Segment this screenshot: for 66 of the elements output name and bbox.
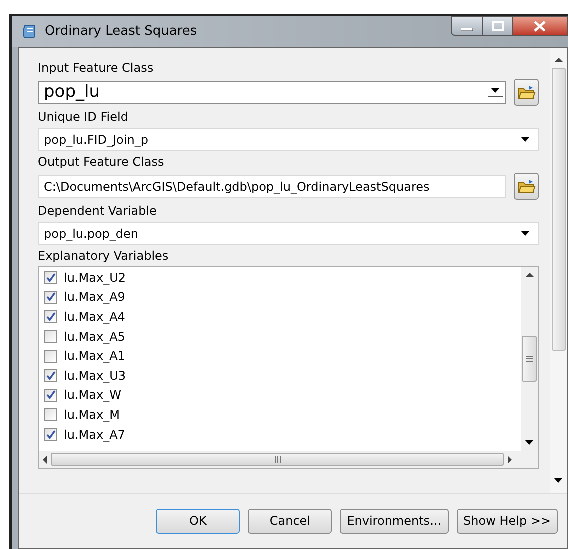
checkbox[interactable]	[44, 290, 57, 304]
scroll-icon	[22, 24, 38, 40]
close-button[interactable]	[513, 16, 568, 36]
dialog-button[interactable]: OK	[156, 508, 240, 534]
checkbox[interactable]	[44, 408, 57, 422]
caret-icon	[521, 231, 530, 236]
up-arrow-icon	[526, 273, 534, 277]
variable-label: lu.Max_M	[64, 406, 120, 424]
scroll-thumb[interactable]	[51, 453, 504, 466]
caret-icon	[525, 440, 534, 445]
caret-icon	[491, 88, 500, 93]
dropdown-field[interactable]: pop_lu.pop_den	[38, 222, 539, 245]
variable-label: lu.Max_A9	[64, 289, 126, 306]
check-icon	[46, 292, 56, 302]
folder-icon	[518, 84, 536, 100]
checkbox[interactable]	[44, 350, 57, 363]
field-label: Dependent Variable	[38, 203, 158, 220]
check-icon	[46, 370, 56, 381]
checkbox[interactable]	[44, 428, 57, 442]
maximize-button[interactable]	[483, 16, 513, 36]
variable-label: lu.Max_A1	[64, 348, 126, 366]
field-label: Input Feature Class	[38, 60, 155, 77]
checkbox[interactable]	[44, 310, 57, 324]
check-icon	[46, 390, 56, 400]
check-icon	[46, 430, 56, 440]
check-icon	[46, 272, 56, 283]
caret-icon	[521, 137, 530, 142]
caret-icon	[554, 478, 563, 483]
vertical-scrollbar[interactable]	[550, 48, 567, 493]
minimize-button[interactable]	[451, 16, 483, 36]
scroll-thumb[interactable]	[522, 336, 537, 382]
horizontal-scrollbar[interactable]	[39, 451, 538, 468]
browse-button[interactable]	[514, 79, 539, 106]
vertical-scrollbar[interactable]	[521, 267, 538, 451]
grip-icon	[526, 356, 533, 362]
scroll-thumb[interactable]	[552, 68, 566, 351]
minimize-icon	[461, 28, 473, 31]
checkbox[interactable]	[44, 369, 57, 382]
grip-icon	[274, 456, 280, 463]
dialog-button[interactable]: Cancel	[248, 508, 332, 534]
field-label: Output Feature Class	[38, 154, 166, 171]
window-title: Ordinary Least Squares	[45, 22, 198, 41]
maximize-icon	[492, 21, 504, 31]
dialog-button[interactable]: Environments...	[340, 508, 449, 534]
right-arrow-icon	[508, 456, 512, 464]
variable-label: lu.Max_A4	[64, 308, 126, 326]
field-label: Unique ID Field	[38, 109, 130, 126]
dialog-button[interactable]: Show Help >>	[456, 508, 558, 534]
checkbox[interactable]	[44, 388, 57, 402]
checkbox[interactable]	[44, 330, 57, 344]
variable-label: lu.Max_A7	[64, 426, 126, 444]
checkbox[interactable]	[44, 271, 57, 284]
variable-label: lu.Max_U3	[64, 368, 126, 385]
browse-button[interactable]	[514, 173, 539, 200]
check-icon	[46, 312, 56, 322]
field-label: Explanatory Variables	[38, 248, 170, 265]
variable-label: lu.Max_W	[64, 387, 122, 404]
close-icon	[534, 20, 546, 32]
combo-field[interactable]: pop_lu	[38, 81, 506, 104]
variable-label: lu.Max_A5	[64, 328, 126, 346]
up-arrow-icon	[554, 58, 562, 62]
variable-label: lu.Max_U2	[64, 270, 126, 287]
folder-icon	[518, 178, 536, 194]
dropdown-field[interactable]: pop_lu.FID_Join_p	[38, 128, 539, 151]
text-field[interactable]: C:\Documents\ArcGIS\Default.gdb\pop_lu_OrdinaryLeastSquares	[38, 175, 506, 198]
left-arrow-icon	[43, 456, 47, 464]
